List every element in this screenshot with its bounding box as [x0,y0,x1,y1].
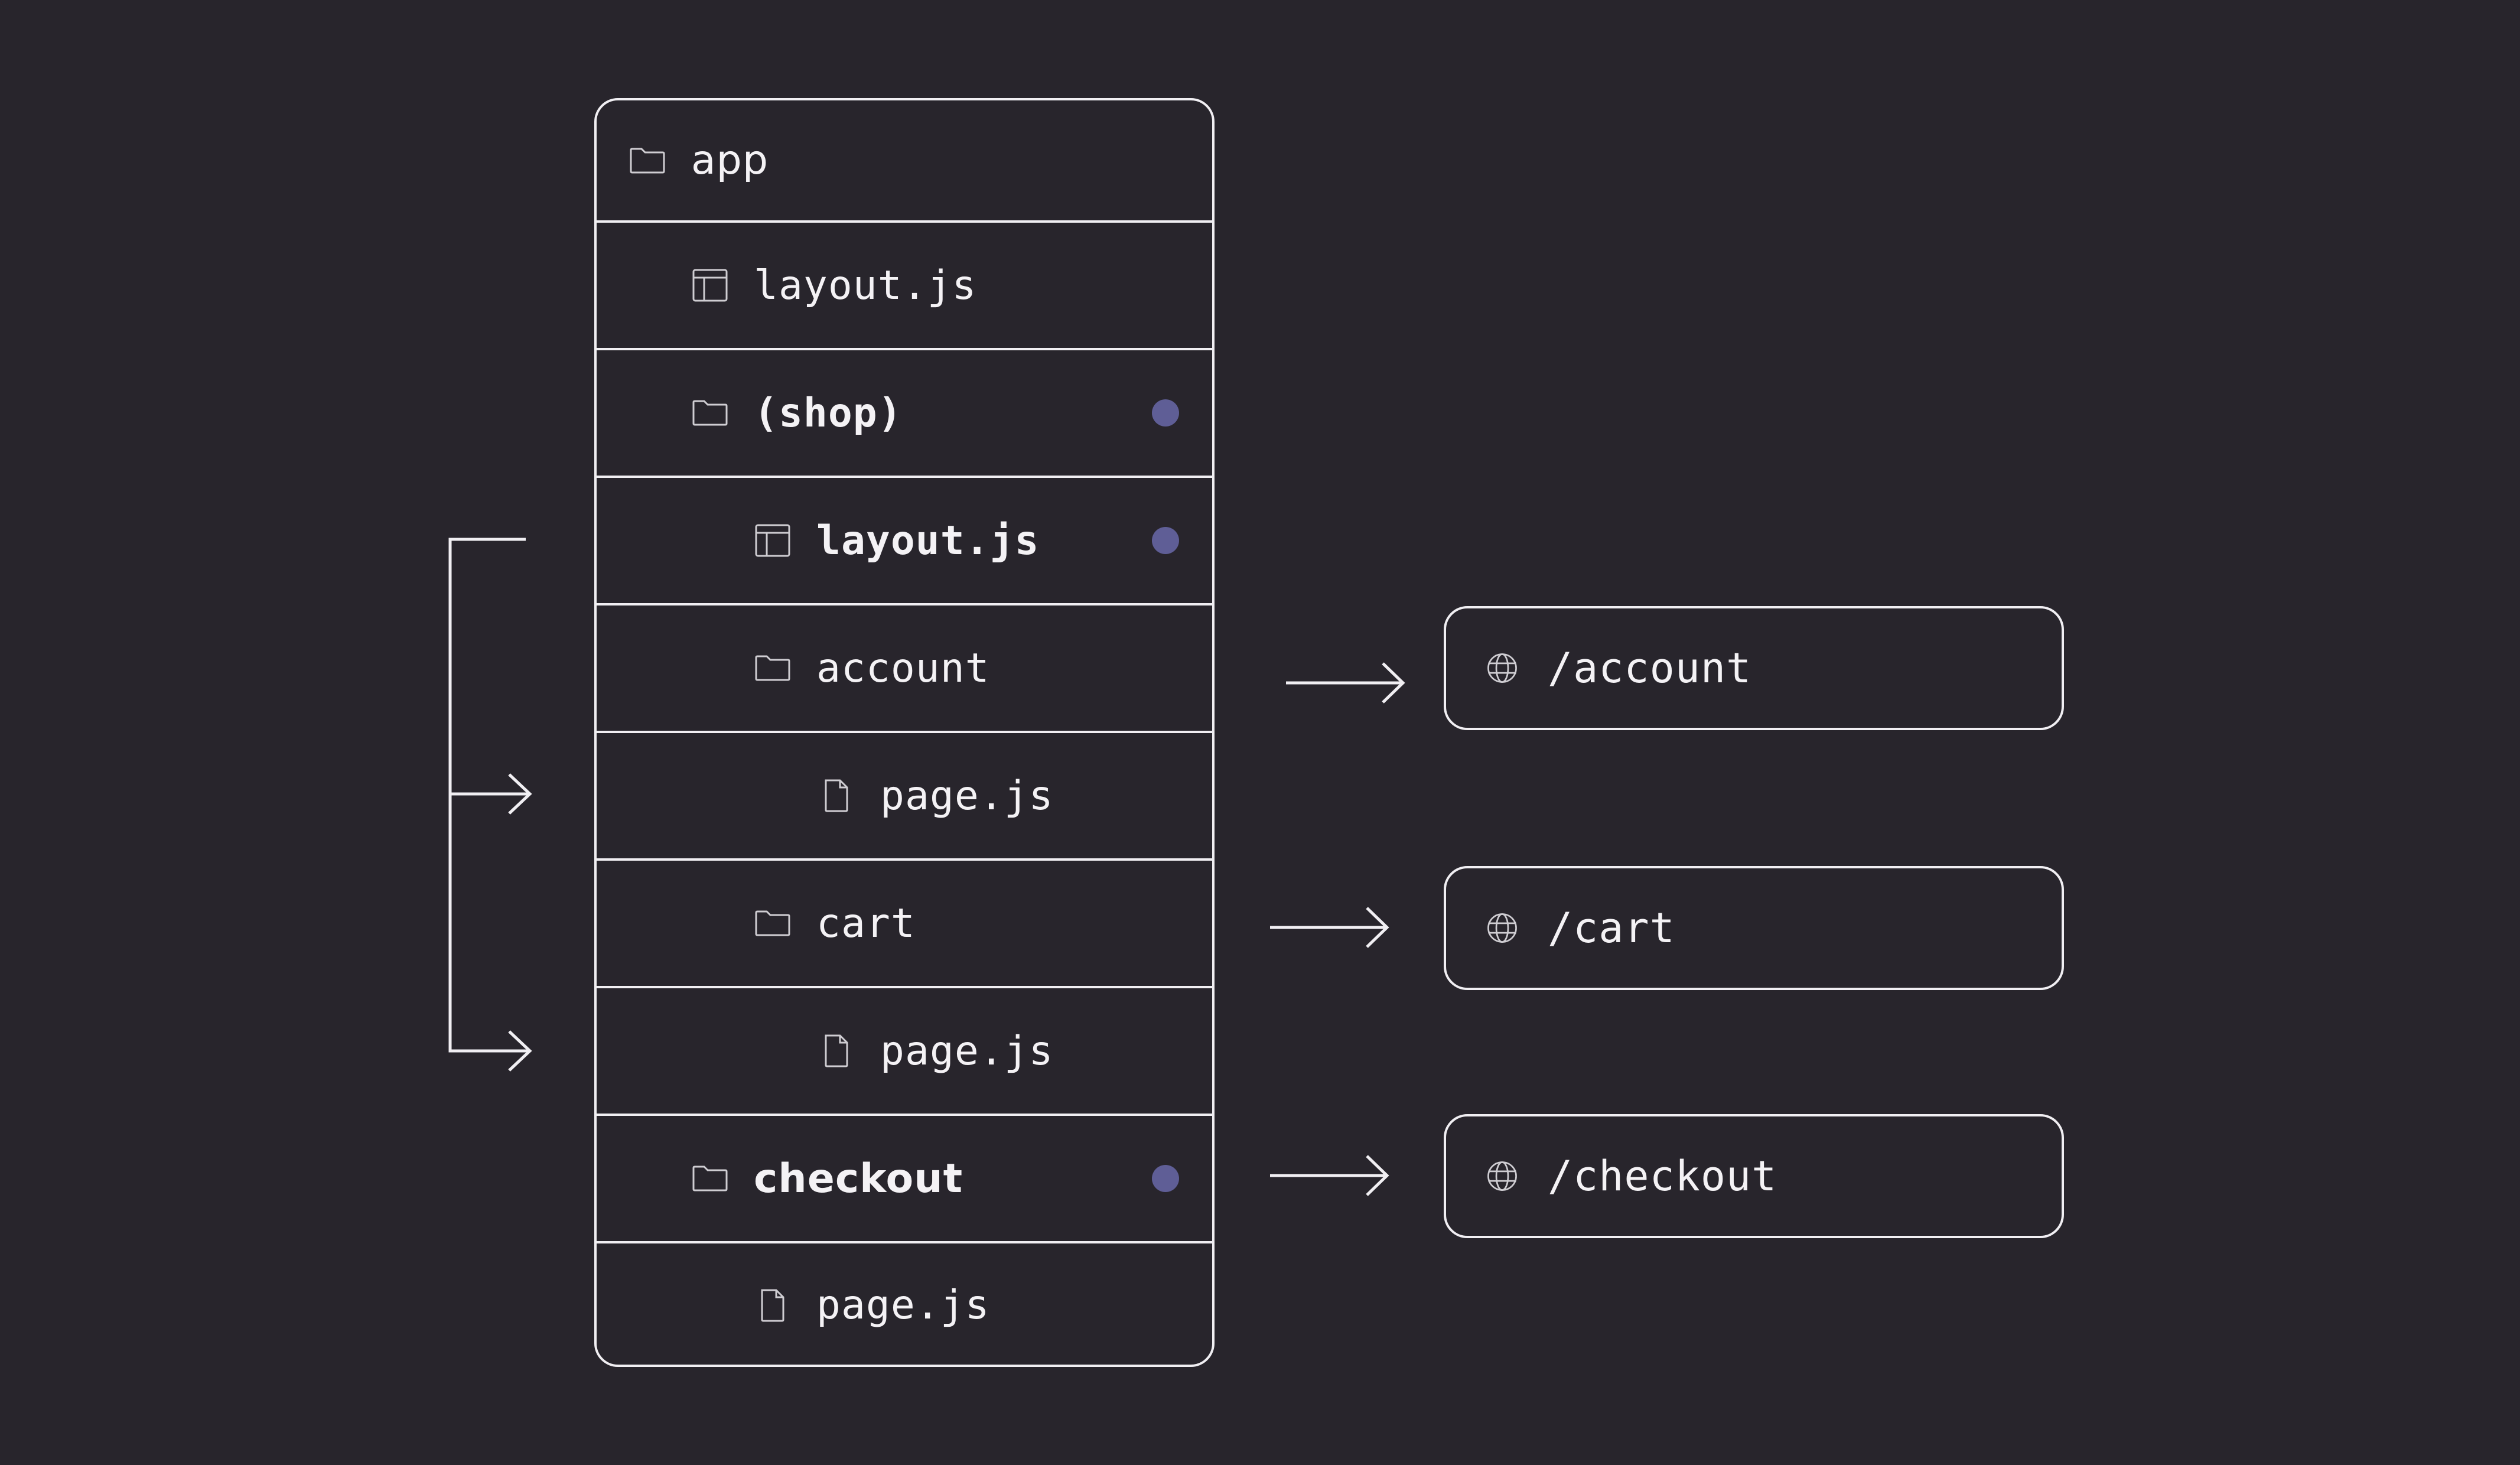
connector-lines [448,538,1405,1196]
